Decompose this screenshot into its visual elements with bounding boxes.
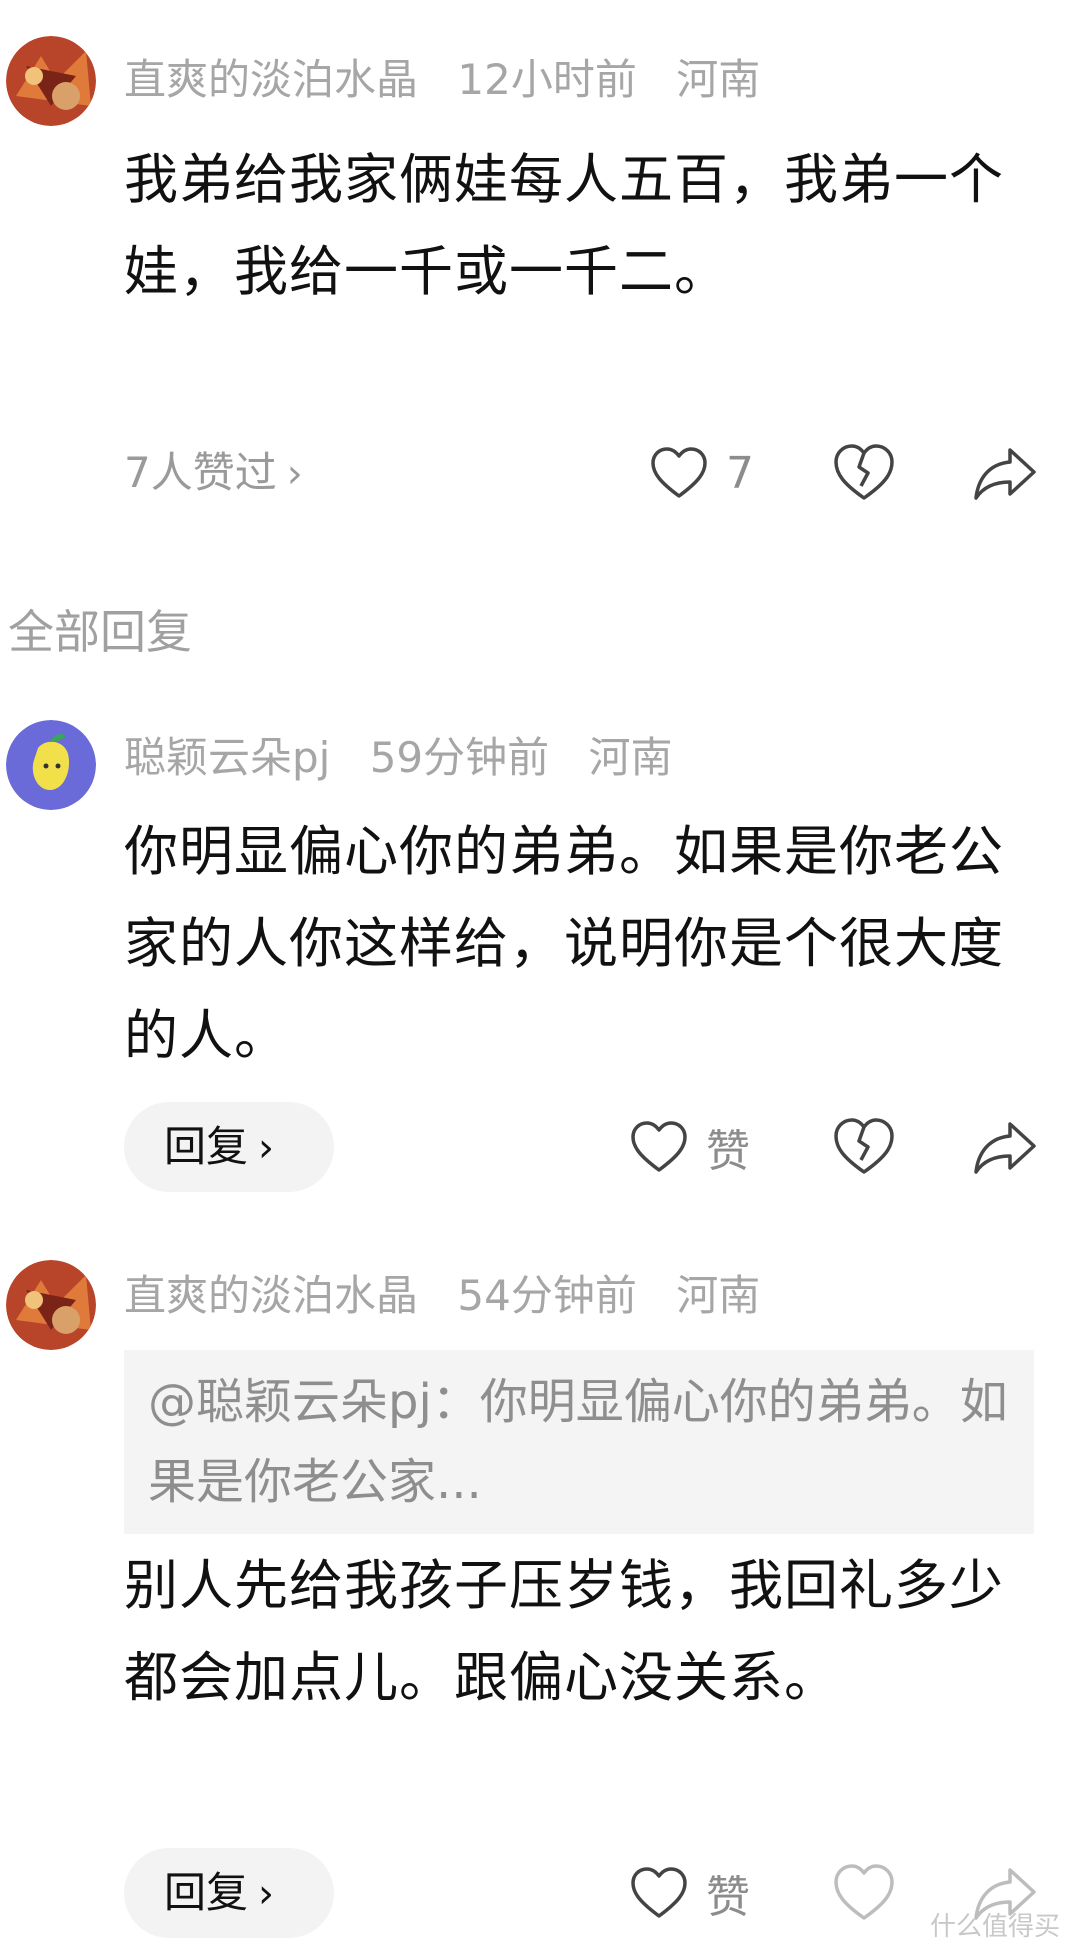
comment-meta: 直爽的淡泊水晶 12小时前 河南 [124,52,786,108]
broken-heart-icon[interactable] [832,1114,896,1178]
timestamp: 12小时前 [457,55,637,104]
all-replies-heading: 全部回复 [8,605,192,659]
comment-meta: 直爽的淡泊水晶 54分钟前 河南 [124,1268,786,1324]
like-count: 7 [726,447,754,499]
comment-text: 我弟给我家俩娃每人五百，我弟一个娃，我给一千或一千二。 [124,148,1004,303]
like-label: 赞 [706,1126,750,1177]
action-bar: 回复 › 赞 [0,1102,1080,1192]
location: 河南 [676,55,761,104]
chevron-right-icon: › [258,1125,275,1171]
like-button[interactable]: 赞 [630,1102,750,1192]
username[interactable]: 直爽的淡泊水晶 [124,1271,418,1320]
broken-heart-icon[interactable] [832,440,896,504]
location: 河南 [676,1271,761,1320]
reply-button[interactable]: 回复 › [124,1848,334,1938]
reply-label: 回复 [164,1122,249,1171]
comment-meta: 聪颖云朵pj 59分钟前 河南 [124,730,699,786]
chevron-right-icon: › [258,1871,275,1917]
like-button[interactable]: 赞 [630,1848,750,1938]
timestamp: 59分钟前 [369,733,550,782]
location: 河南 [588,733,673,782]
reply-label: 回复 [164,1868,249,1917]
timestamp: 54分钟前 [457,1271,637,1320]
broken-heart-icon[interactable] [832,1860,896,1924]
heart-outline-icon [651,447,707,498]
reply-button[interactable]: 回复 › [124,1102,334,1192]
share-arrow-icon[interactable] [972,1114,1038,1180]
watermark: 什么值得买 [929,1912,1060,1942]
heart-outline-icon [631,1121,687,1172]
action-bar: 回复 › 赞 [0,1848,1080,1938]
like-button[interactable]: 7 [650,428,754,518]
share-arrow-icon[interactable] [972,440,1038,506]
comment-text: 你明显偏心你的弟弟。如果是你老公家的人你这样给，说明你是个很大度的人。 [124,820,1004,1067]
quoted-reply[interactable]: @聪颖云朵pj：你明显偏心你的弟弟。如果是你老公家... [124,1350,1034,1534]
comment-text: 别人先给我孩子压岁钱，我回礼多少都会加点儿。跟偏心没关系。 [124,1554,1004,1709]
username[interactable]: 直爽的淡泊水晶 [124,55,418,104]
avatar[interactable] [6,36,96,126]
action-bar: 7人赞过 › 7 [0,428,1080,518]
chevron-right-icon: › [286,451,303,497]
liked-by-link[interactable]: 7人赞过 › [124,428,303,518]
username[interactable]: 聪颖云朵pj [124,733,330,782]
avatar[interactable] [6,720,96,810]
liked-by-label: 7人赞过 [124,448,277,497]
heart-outline-icon [631,1867,687,1918]
like-label: 赞 [706,1872,750,1923]
avatar[interactable] [6,1260,96,1350]
